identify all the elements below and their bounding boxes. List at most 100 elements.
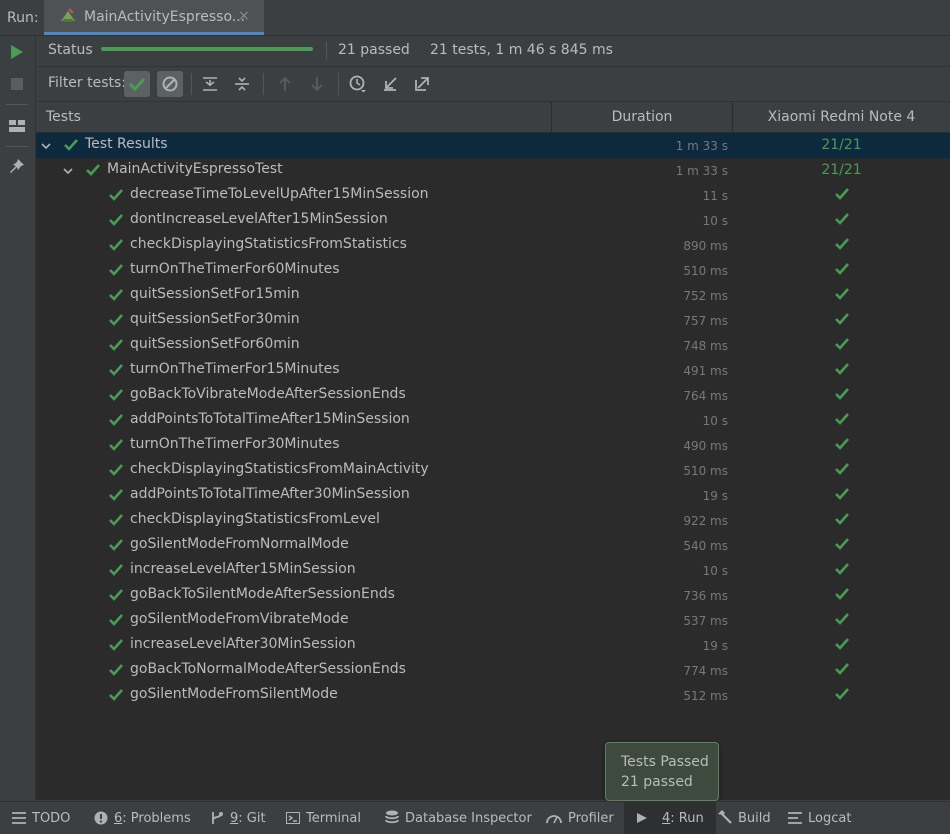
rerun-icon[interactable]: [7, 42, 27, 62]
tree-row-suite[interactable]: MainActivityEspressoTest 1 m 33 s 21/21: [36, 158, 950, 183]
tool-window-run[interactable]: 4: Run: [624, 802, 716, 834]
arrow-up-icon[interactable]: [272, 71, 298, 97]
test-row[interactable]: decreaseTimeToLevelUpAfter15MinSession 11…: [36, 183, 950, 208]
column-header-device[interactable]: Xiaomi Redmi Note 4: [733, 109, 950, 125]
tab-underline: [44, 32, 264, 35]
test-row[interactable]: checkDisplayingStatisticsFromStatistics 8…: [36, 233, 950, 258]
passed-check-icon: [834, 538, 849, 550]
tree-row-root[interactable]: Test Results 1 m 33 s 21/21: [36, 133, 950, 158]
test-row[interactable]: turnOnTheTimerFor60Minutes 510 ms: [36, 258, 950, 283]
duration-value: 10 s: [702, 564, 728, 578]
test-row[interactable]: goBackToVibrateModeAfterSessionEnds 764 m…: [36, 383, 950, 408]
tool-window-label: Build: [738, 810, 771, 826]
layout-icon[interactable]: [7, 116, 27, 136]
device-result-count: 21/21: [821, 162, 862, 178]
tool-window-build[interactable]: Build: [716, 802, 771, 834]
test-row[interactable]: goBackToSilentModeAfterSessionEnds 736 ms: [36, 583, 950, 608]
duration-value: 510 ms: [683, 264, 728, 278]
expand-all-icon[interactable]: [197, 71, 223, 97]
passed-check-icon: [109, 414, 123, 426]
pin-icon[interactable]: [7, 156, 27, 176]
duration-value: 510 ms: [683, 464, 728, 478]
tool-window-terminal[interactable]: Terminal: [286, 802, 361, 834]
logcat-icon: [788, 812, 802, 824]
test-row[interactable]: turnOnTheTimerFor15Minutes 491 ms: [36, 358, 950, 383]
test-row[interactable]: addPointsToTotalTimeAfter30MinSession 19 …: [36, 483, 950, 508]
column-header-tests[interactable]: Tests: [46, 109, 81, 125]
tool-window-label-text: : Problems: [122, 810, 191, 826]
test-row[interactable]: checkDisplayingStatisticsFromLevel 922 ms: [36, 508, 950, 533]
passed-check-icon: [86, 164, 100, 176]
close-icon[interactable]: ×: [238, 8, 250, 24]
test-row[interactable]: checkDisplayingStatisticsFromMainActivit…: [36, 458, 950, 483]
passed-check-icon: [834, 688, 849, 700]
test-row[interactable]: quitSessionSetFor30min 757 ms: [36, 308, 950, 333]
passed-check-icon: [109, 489, 123, 501]
toolbar-divider: [6, 146, 28, 147]
test-row[interactable]: quitSessionSetFor60min 748 ms: [36, 333, 950, 358]
duration-value: 890 ms: [683, 239, 728, 253]
test-name: turnOnTheTimerFor30Minutes: [130, 436, 340, 452]
tool-window-label: TODO: [32, 810, 71, 826]
column-header-duration[interactable]: Duration: [552, 109, 732, 125]
tool-window-profiler[interactable]: Profiler: [546, 802, 614, 834]
test-row[interactable]: increaseLevelAfter15MinSession 10 s: [36, 558, 950, 583]
tool-window-todo[interactable]: TODO: [12, 802, 70, 834]
device-result-cell: [733, 362, 950, 380]
export-tests-icon[interactable]: [409, 71, 435, 97]
toolbar-divider: [191, 73, 192, 95]
show-ignored-icon[interactable]: [157, 71, 183, 97]
tool-window-database-inspector[interactable]: Database Inspector: [385, 802, 532, 834]
passed-check-icon: [109, 314, 123, 326]
duration-value: 10 s: [702, 214, 728, 228]
duration-value: 774 ms: [683, 664, 728, 678]
passed-check-icon: [109, 689, 123, 701]
device-result-cell: [733, 562, 950, 580]
stop-icon[interactable]: [7, 74, 27, 94]
test-row[interactable]: goSilentModeFromNormalMode 540 ms: [36, 533, 950, 558]
test-row[interactable]: turnOnTheTimerFor30Minutes 490 ms: [36, 433, 950, 458]
passed-check-icon: [834, 638, 849, 650]
test-row[interactable]: dontIncreaseLevelAfter15MinSession 10 s: [36, 208, 950, 233]
status-row: Status 21 passed 21 tests, 1 m 46 s 845 …: [36, 36, 950, 67]
tool-window-label: Profiler: [568, 810, 614, 826]
device-result-cell: [733, 687, 950, 705]
run-icon: [637, 813, 647, 823]
tool-window-label: Database Inspector: [405, 810, 532, 826]
tool-window-logcat[interactable]: Logcat: [788, 802, 851, 834]
import-tests-icon[interactable]: [377, 71, 403, 97]
duration-value: 490 ms: [683, 439, 728, 453]
tool-window-label: Logcat: [808, 810, 852, 826]
test-name: quitSessionSetFor15min: [130, 286, 300, 302]
test-row[interactable]: goSilentModeFromSilentMode 512 ms: [36, 683, 950, 708]
tool-window-git[interactable]: 9: Git: [210, 802, 266, 834]
passed-check-icon: [834, 213, 849, 225]
test-row[interactable]: goSilentModeFromVibrateMode 537 ms: [36, 608, 950, 633]
run-configuration-tab[interactable]: MainActivityEspresso... ×: [44, 0, 264, 35]
passed-check-icon: [834, 238, 849, 250]
android-test-icon: [59, 7, 77, 25]
test-row[interactable]: addPointsToTotalTimeAfter15MinSession 10 …: [36, 408, 950, 433]
chevron-down-icon[interactable]: [40, 140, 52, 152]
toolbar-divider: [6, 104, 28, 105]
duration-value: 19 s: [702, 489, 728, 503]
passed-check-icon: [109, 514, 123, 526]
test-name: checkDisplayingStatisticsFromMainActivit…: [130, 461, 429, 477]
arrow-down-icon[interactable]: [304, 71, 330, 97]
test-name: increaseLevelAfter30MinSession: [130, 636, 356, 652]
tool-window-label-text: : Git: [238, 810, 266, 826]
collapse-all-icon[interactable]: [229, 71, 255, 97]
passed-check-icon: [109, 589, 123, 601]
passed-check-icon: [834, 413, 849, 425]
test-summary: 21 tests, 1 m 46 s 845 ms: [430, 42, 613, 58]
test-row[interactable]: goBackToNormalModeAfterSessionEnds 774 ms: [36, 658, 950, 683]
tool-window-problems[interactable]: 6: Problems: [94, 802, 191, 834]
test-row[interactable]: quitSessionSetFor15min 752 ms: [36, 283, 950, 308]
duration-value: 11 s: [702, 189, 728, 203]
duration-value: 748 ms: [683, 339, 728, 353]
show-passed-icon[interactable]: [124, 71, 150, 97]
test-row[interactable]: increaseLevelAfter30MinSession 19 s: [36, 633, 950, 658]
device-result-cell: [733, 462, 950, 480]
chevron-down-icon[interactable]: [62, 165, 74, 177]
history-icon[interactable]: [345, 71, 371, 97]
